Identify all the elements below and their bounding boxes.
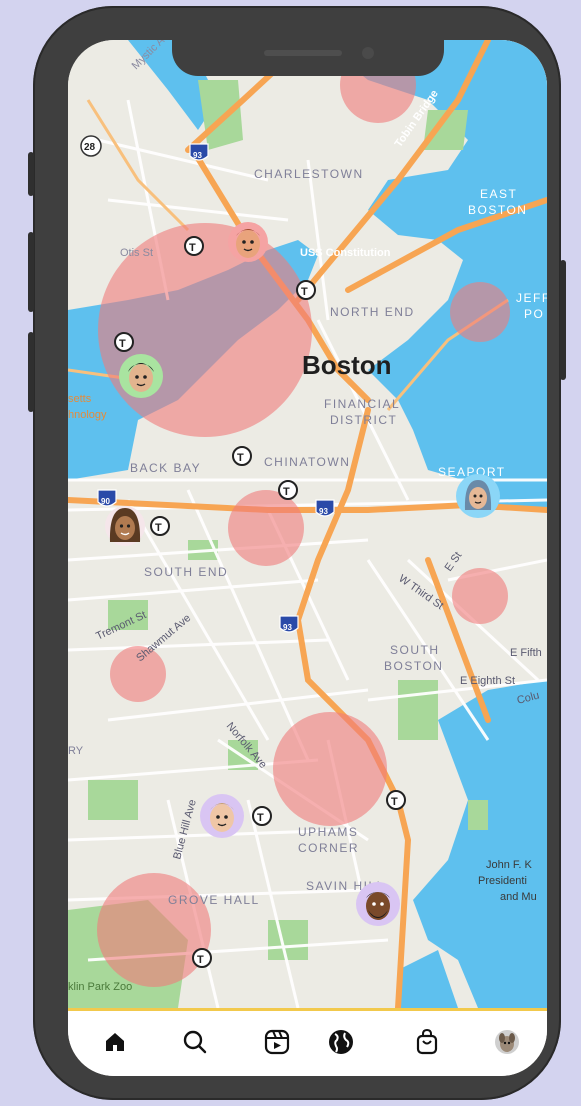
transit-stop-icon[interactable]: T: [114, 332, 134, 352]
label-po: PO: [524, 307, 544, 321]
svg-text:T: T: [119, 338, 126, 350]
label-south: SOUTH: [390, 643, 440, 657]
svg-text:T: T: [391, 796, 398, 808]
transit-stop-icon[interactable]: T: [192, 948, 212, 968]
friend-avatar-pin[interactable]: [456, 474, 500, 518]
label-jfk-3: and Mu: [500, 891, 537, 903]
label-otis-st: Otis St: [120, 247, 153, 259]
label-mit-2: hnology: [68, 409, 107, 421]
label-e-eighth-st: E Eighth St: [460, 675, 515, 687]
label-jeff: JEFF: [516, 291, 547, 305]
transit-stop-icon[interactable]: T: [184, 236, 204, 256]
friend-avatar-pin[interactable]: [356, 882, 400, 926]
label-uss-constitution: USS Constitution: [300, 247, 391, 259]
svg-text:93: 93: [283, 623, 292, 632]
label-jfk-2: Presidenti: [478, 875, 527, 887]
label-corner: CORNER: [298, 841, 359, 855]
transit-stop-icon[interactable]: T: [296, 280, 316, 300]
i90-shield: 90: [97, 489, 117, 507]
transit-stop-icon[interactable]: T: [386, 790, 406, 810]
label-chinatown: CHINATOWN: [264, 455, 350, 469]
mute-switch: [28, 152, 34, 196]
label-east: EAST: [480, 187, 517, 201]
reels-icon[interactable]: [260, 1025, 294, 1059]
svg-text:T: T: [237, 452, 244, 464]
front-camera: [362, 47, 374, 59]
friend-avatar-pin[interactable]: [119, 354, 163, 398]
bottom-navigation-bar: [68, 1008, 547, 1076]
volume-up-button: [28, 232, 34, 312]
transit-stop-icon[interactable]: T: [252, 806, 272, 826]
svg-text:T: T: [197, 954, 204, 966]
city-label-boston: Boston: [302, 350, 392, 380]
home-icon[interactable]: [98, 1025, 132, 1059]
label-east-boston: BOSTON: [468, 203, 527, 217]
speaker-grille: [264, 50, 342, 56]
explore-globe-icon[interactable]: [324, 1025, 358, 1059]
svg-text:T: T: [257, 812, 264, 824]
phone-screen: Mystic Ave Otis St Tremont St Shawmut Av…: [68, 40, 547, 1076]
friend-avatar-pin[interactable]: [228, 222, 268, 262]
label-district: DISTRICT: [330, 413, 397, 427]
label-grove-hall: GROVE HALL: [168, 893, 260, 907]
svg-text:93: 93: [193, 151, 202, 160]
i93-shield-north: 93: [189, 143, 209, 161]
label-ry: RY: [68, 745, 84, 757]
i93-shield-south: 93: [279, 615, 299, 633]
svg-text:28: 28: [84, 142, 96, 153]
shop-bag-icon[interactable]: [410, 1025, 444, 1059]
map-view[interactable]: Mystic Ave Otis St Tremont St Shawmut Av…: [68, 40, 547, 1008]
profile-avatar[interactable]: [490, 1025, 524, 1059]
svg-text:T: T: [189, 242, 196, 254]
transit-stop-icon[interactable]: T: [278, 480, 298, 500]
svg-text:T: T: [155, 522, 162, 534]
svg-text:93: 93: [319, 507, 328, 516]
route-28-shield: 28: [80, 135, 102, 157]
label-north-end: NORTH END: [330, 305, 415, 319]
label-zoo: klin Park Zoo: [68, 981, 132, 993]
label-jfk-1: John F. K: [486, 859, 533, 871]
svg-text:90: 90: [101, 497, 110, 506]
svg-text:T: T: [301, 286, 308, 298]
svg-text:T: T: [283, 486, 290, 498]
transit-stop-icon[interactable]: T: [150, 516, 170, 536]
label-back-bay: BACK BAY: [130, 461, 201, 475]
search-icon[interactable]: [178, 1025, 212, 1059]
friend-avatar-pin[interactable]: [105, 506, 145, 546]
friend-avatar-pin[interactable]: [200, 794, 244, 838]
label-e-fifth: E Fifth: [510, 647, 542, 659]
transit-stop-icon[interactable]: T: [232, 446, 252, 466]
phone-notch: [172, 40, 444, 76]
power-button: [560, 260, 566, 380]
label-uphams: UPHAMS: [298, 825, 358, 839]
label-south-end: SOUTH END: [144, 565, 228, 579]
label-financial: FINANCIAL: [324, 397, 400, 411]
label-charlestown: CHARLESTOWN: [254, 167, 364, 181]
label-south-boston: BOSTON: [384, 659, 443, 673]
label-mit-1: setts: [68, 393, 92, 405]
volume-down-button: [28, 332, 34, 412]
i93-shield-central: 93: [315, 499, 335, 517]
